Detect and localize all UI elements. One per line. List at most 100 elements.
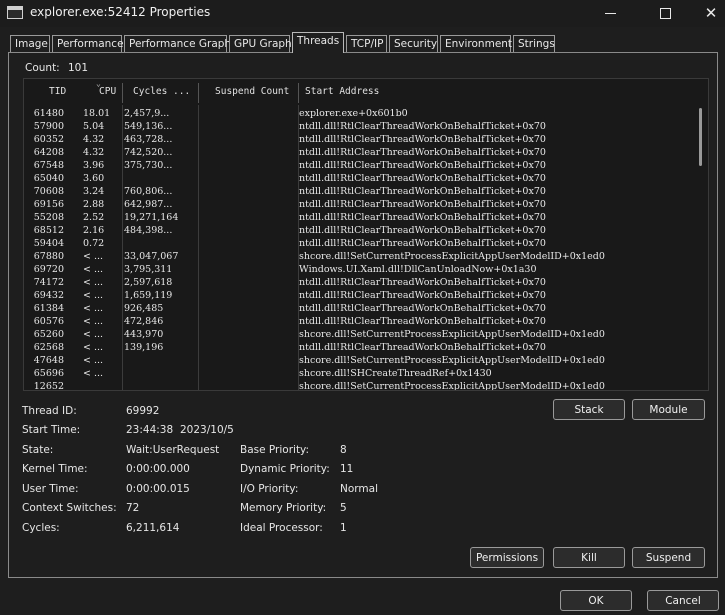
thread-row[interactable]: 55208 2.52 19,271,164 ntdll.dll!RtlClearThr… [24, 211, 708, 224]
thread-cycles-cell: 33,047,067 [124, 251, 179, 262]
thread-cycles-cell: 926,485 [124, 303, 164, 314]
thread-row[interactable]: 59404 0.72 ntdll.dll!RtlClearThreadWorkOnB… [24, 237, 708, 250]
thread-row[interactable]: 65260 < ... 443,970 shcore.dll!SetCurrentPr… [24, 328, 708, 341]
thread-start-address-cell: ntdll.dll!RtlClearThreadWorkOnBehalfTick… [299, 316, 546, 327]
tab-security[interactable]: Security [389, 35, 438, 53]
tab-tcpip[interactable]: TCP/IP [346, 35, 387, 53]
thread-id-value: 69992 [126, 405, 160, 417]
thread-start-address-cell: ntdll.dll!RtlClearThreadWorkOnBehalfTick… [299, 173, 546, 184]
thread-row[interactable]: 69720 < ... 3,795,311 Windows.UI.Xaml.dll!D… [24, 263, 708, 276]
thread-row[interactable]: 57900 5.04 549,136... ntdll.dll!RtlClearThr… [24, 120, 708, 133]
thread-tid-cell: 69432 [33, 290, 64, 301]
thread-cycles-cell: 549,136... [124, 121, 173, 132]
maximize-button[interactable] [642, 0, 688, 27]
thread-row[interactable]: 60352 4.32 463,728... ntdll.dll!RtlClearThr… [24, 133, 708, 146]
thread-count-label: Count: [25, 62, 60, 74]
start-time-label: Start Time: [22, 424, 81, 436]
suspend-button[interactable]: Suspend [632, 547, 705, 568]
thread-cpu-cell: < ... [83, 264, 104, 275]
thread-cpu-cell: < ... [83, 368, 104, 379]
thread-cycles-cell: 443,970 [124, 329, 164, 340]
thread-tid-cell: 61480 [33, 108, 64, 119]
thread-cpu-cell: 4.32 [83, 147, 105, 158]
start-date-value: 2023/10/5 [180, 424, 234, 436]
thread-cpu-cell: 2.88 [83, 199, 105, 210]
thread-row[interactable]: 68512 2.16 484,398... ntdll.dll!RtlClearThr… [24, 224, 708, 237]
module-button[interactable]: Module [632, 399, 705, 420]
thread-row[interactable]: 60576 < ... 472,846 ntdll.dll!RtlClearThrea… [24, 315, 708, 328]
close-icon: ✕ [704, 4, 718, 22]
thread-cycles-cell: 472,846 [124, 316, 164, 327]
thread-row[interactable]: 62568 < ... 139,196 ntdll.dll!RtlClearThrea… [24, 341, 708, 354]
column-divider[interactable] [122, 83, 123, 103]
thread-cpu-cell: 4.32 [83, 134, 105, 145]
tab-environment[interactable]: Environment [440, 35, 512, 53]
thread-row[interactable]: 64208 4.32 742,520... ntdll.dll!RtlClearThr… [24, 146, 708, 159]
thread-tid-cell: 61384 [33, 303, 64, 314]
thread-row[interactable]: 67548 3.96 375,730... ntdll.dll!RtlClearThr… [24, 159, 708, 172]
thread-cycles-cell: 642,987... [124, 199, 173, 210]
column-header-start-address[interactable]: Start Address [305, 86, 379, 97]
thread-tid-cell: 55208 [33, 212, 64, 223]
thread-row[interactable]: 65696 < ... shcore.dll!SHCreateThreadRef+0… [24, 367, 708, 380]
thread-cpu-cell: 18.01 [83, 108, 111, 119]
column-divider[interactable] [298, 83, 299, 103]
column-header-cycles[interactable]: Cycles ... [133, 86, 190, 97]
thread-row[interactable]: 70608 3.24 760,806... ntdll.dll!RtlClearThr… [24, 185, 708, 198]
thread-row[interactable]: 67880 < ... 33,047,067 shcore.dll!SetCurren… [24, 250, 708, 263]
thread-cycles-cell: 463,728... [124, 134, 173, 145]
thread-cpu-cell: < ... [83, 277, 104, 288]
tab-performance-graph[interactable]: Performance Graph [124, 35, 231, 53]
close-button[interactable]: ✕ [688, 0, 725, 27]
thread-row[interactable]: 65040 3.60 ntdll.dll!RtlClearThreadWorkOnB… [24, 172, 708, 185]
thread-cpu-cell: < ... [83, 355, 104, 366]
thread-tid-cell: 60576 [33, 316, 64, 327]
thread-cpu-cell: 5.04 [83, 121, 105, 132]
tab-strings[interactable]: Strings [513, 35, 555, 53]
thread-start-address-cell: shcore.dll!SetCurrentProcessExplicitAppU… [299, 329, 605, 340]
thread-cycles-cell: 760,806... [124, 186, 173, 197]
thread-cycles-cell: 375,730... [124, 160, 173, 171]
column-header-suspend-count[interactable]: Suspend Count [215, 86, 289, 97]
scrollbar-thumb[interactable] [699, 108, 702, 166]
state-label: State: [22, 444, 54, 456]
thread-tid-cell: 70608 [33, 186, 64, 197]
thread-row[interactable]: 12652 shcore.dll!SetCurrentProcessExplici… [24, 380, 708, 390]
context-switches-label: Context Switches: [22, 502, 117, 514]
thread-start-address-cell: ntdll.dll!RtlClearThreadWorkOnBehalfTick… [299, 225, 546, 236]
thread-list[interactable]: ⌄ TID CPU Cycles ... Suspend Count Start… [23, 78, 709, 391]
thread-row[interactable]: 69432 < ... 1,659,119 ntdll.dll!RtlClearThr… [24, 289, 708, 302]
tab-image[interactable]: Image [10, 35, 50, 53]
ok-button[interactable]: OK [560, 590, 632, 611]
column-header-cpu[interactable]: CPU [99, 86, 116, 97]
tab-gpu-graph[interactable]: GPU Graph [229, 35, 292, 53]
column-header-tid[interactable]: TID [49, 86, 66, 97]
thread-row[interactable]: 61384 < ... 926,485 ntdll.dll!RtlClearThrea… [24, 302, 708, 315]
thread-cpu-cell: 2.52 [83, 212, 105, 223]
tab-threads[interactable]: Threads [292, 32, 344, 53]
thread-tid-cell: 67548 [33, 160, 64, 171]
ideal-processor-label: Ideal Processor: [240, 522, 323, 534]
user-time-value: 0:00:00.015 [126, 483, 190, 495]
thread-cycles-cell: 484,398... [124, 225, 173, 236]
thread-start-address-cell: ntdll.dll!RtlClearThreadWorkOnBehalfTick… [299, 290, 546, 301]
kill-button[interactable]: Kill [553, 547, 625, 568]
thread-row[interactable]: 69156 2.88 642,987... ntdll.dll!RtlClearThr… [24, 198, 708, 211]
thread-start-address-cell: ntdll.dll!RtlClearThreadWorkOnBehalfTick… [299, 134, 546, 145]
thread-tid-cell: 67880 [33, 251, 64, 262]
thread-start-address-cell: ntdll.dll!RtlClearThreadWorkOnBehalfTick… [299, 212, 546, 223]
minimize-button[interactable] [587, 0, 633, 27]
stack-button[interactable]: Stack [553, 399, 625, 420]
thread-cpu-cell: < ... [83, 303, 104, 314]
thread-cpu-cell: < ... [83, 251, 104, 262]
thread-start-address-cell: ntdll.dll!RtlClearThreadWorkOnBehalfTick… [299, 277, 546, 288]
tab-performance[interactable]: Performance [52, 35, 124, 53]
thread-row[interactable]: 61480 18.01 2,457,9... explorer.exe+0x601b0 [24, 107, 708, 120]
permissions-button[interactable]: Permissions [470, 547, 544, 568]
thread-row[interactable]: 47648 < ... shcore.dll!SetCurrentProcessEx… [24, 354, 708, 367]
column-divider[interactable] [198, 83, 199, 103]
cancel-button[interactable]: Cancel [647, 590, 719, 611]
thread-cycles-cell: 139,196 [124, 342, 164, 353]
thread-list-scrollbar[interactable] [693, 108, 708, 390]
thread-row[interactable]: 74172 < ... 2,597,618 ntdll.dll!RtlClearThr… [24, 276, 708, 289]
